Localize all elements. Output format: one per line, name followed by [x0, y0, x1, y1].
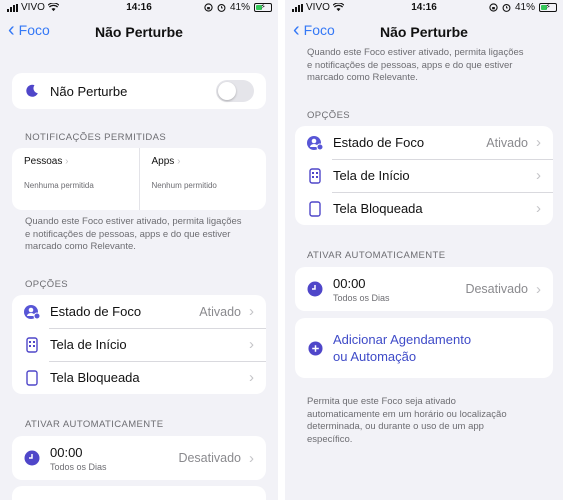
alarm-icon — [502, 3, 511, 12]
add-schedule-card-partial[interactable] — [12, 486, 266, 500]
option-label: Tela Bloqueada — [50, 370, 140, 385]
options-header: OPÇÕES — [307, 110, 351, 121]
option-label: Tela de Início — [333, 168, 410, 183]
battery-icon: ⚡ — [254, 2, 272, 12]
schedule-card: 00:00 Todos os Dias Desativado › — [12, 436, 266, 480]
home-screen-icon — [305, 167, 325, 184]
battery-percent: 41% — [229, 2, 250, 13]
add-schedule-button[interactable]: Adicionar Agendamento ou Automação — [295, 318, 553, 378]
schedule-time: 00:00 — [333, 275, 366, 291]
allowed-notifications-card: Pessoas › Nenhuma permitida Apps › Nenhu… — [12, 148, 266, 210]
schedule-days: Todos os Dias — [50, 461, 107, 472]
chevron-right-icon: › — [536, 134, 541, 151]
dnd-toggle-card: Não Perturbe — [12, 73, 266, 109]
alarm-icon — [217, 3, 226, 12]
apps-label: Apps — [151, 156, 175, 167]
clock-icon — [305, 281, 325, 297]
dnd-toggle-switch[interactable] — [216, 80, 254, 102]
chevron-right-icon: › — [249, 303, 254, 320]
notifications-note: Quando este Foco estiver ativado, permit… — [25, 216, 242, 252]
rotation-lock-icon — [489, 3, 498, 12]
option-label: Tela Bloqueada — [333, 201, 423, 216]
option-lock-screen[interactable]: Tela Bloqueada › — [12, 361, 266, 394]
battery-percent: 41% — [514, 2, 535, 13]
add-schedule-label-line1: Adicionar Agendamento — [333, 332, 472, 347]
option-label: Tela de Início — [50, 337, 127, 352]
options-header: OPÇÕES — [25, 279, 69, 290]
apps-cell[interactable]: Apps › Nenhum permitido — [138, 148, 267, 210]
add-schedule-card: Adicionar Agendamento ou Automação — [295, 318, 553, 378]
chevron-right-icon: › — [536, 200, 541, 217]
auto-activate-note: Permita que este Foco seja ativado autom… — [307, 396, 507, 445]
status-bar: VIVO 14:16 41% ⚡ — [285, 0, 563, 16]
schedule-value: Desativado — [465, 282, 528, 296]
option-focus-status[interactable]: Estado de Foco Ativado › — [295, 126, 553, 159]
focus-status-icon — [22, 304, 42, 320]
rotation-lock-icon — [204, 3, 213, 12]
option-label: Estado de Foco — [50, 304, 142, 319]
chevron-right-icon: › — [249, 449, 254, 467]
chevron-right-icon: › — [65, 156, 69, 167]
option-lock-screen[interactable]: Tela Bloqueada › — [295, 192, 553, 225]
people-cell[interactable]: Pessoas › Nenhuma permitida — [12, 148, 139, 210]
notifications-note: Quando este Foco estiver ativado, permit… — [307, 47, 524, 83]
chevron-right-icon: › — [249, 336, 254, 353]
focus-status-icon — [305, 135, 325, 151]
schedule-card: 00:00 Todos os Dias Desativado › — [295, 267, 553, 311]
chevron-right-icon: › — [249, 369, 254, 386]
option-home-screen[interactable]: Tela de Início › — [12, 328, 266, 361]
option-value: Ativado — [199, 304, 241, 319]
auto-activate-header: ATIVAR AUTOMATICAMENTE — [25, 419, 164, 430]
options-card: Estado de Foco Ativado › Tela de Início … — [295, 126, 553, 225]
option-value: Ativado — [486, 135, 528, 150]
option-home-screen[interactable]: Tela de Início › — [295, 159, 553, 192]
dnd-toggle-row: Não Perturbe — [12, 73, 266, 109]
moon-icon — [22, 84, 42, 98]
chevron-right-icon: › — [536, 280, 541, 298]
plus-circle-icon — [305, 340, 325, 356]
schedule-row[interactable]: 00:00 Todos os Dias Desativado › — [295, 267, 553, 311]
auto-activate-header: ATIVAR AUTOMATICAMENTE — [307, 250, 446, 261]
left-screen: VIVO 14:16 41% ⚡ ‹ Foco Não Perturbe Não… — [0, 0, 278, 500]
navigation-bar: ‹ Foco Não Perturbe — [285, 20, 563, 44]
page-title: Não Perturbe — [380, 24, 468, 40]
options-card: Estado de Foco Ativado › Tela de Início … — [12, 295, 266, 394]
lock-screen-icon — [305, 200, 325, 217]
battery-icon: ⚡ — [539, 2, 557, 12]
people-sub: Nenhuma permitida — [24, 181, 94, 190]
navigation-bar: ‹ Foco Não Perturbe — [0, 20, 278, 44]
chevron-right-icon: › — [177, 156, 181, 167]
dnd-toggle-label: Não Perturbe — [50, 83, 128, 99]
apps-sub: Nenhum permitido — [151, 181, 217, 190]
option-label: Estado de Foco — [333, 135, 425, 150]
status-bar: VIVO 14:16 41% ⚡ — [0, 0, 278, 16]
lock-screen-icon — [22, 369, 42, 386]
add-schedule-label-line2: ou Automação — [333, 349, 417, 364]
page-title: Não Perturbe — [95, 24, 183, 40]
people-label: Pessoas — [24, 156, 63, 167]
schedule-days: Todos os Dias — [333, 292, 390, 303]
right-screen: VIVO 14:16 41% ⚡ ‹ Foco Não Perturbe Qua… — [285, 0, 563, 500]
allowed-notifications-header: NOTIFICAÇÕES PERMITIDAS — [25, 132, 167, 143]
schedule-value: Desativado — [178, 451, 241, 465]
option-focus-status[interactable]: Estado de Foco Ativado › — [12, 295, 266, 328]
schedule-row[interactable]: 00:00 Todos os Dias Desativado › — [12, 436, 266, 480]
clock-icon — [22, 450, 42, 466]
chevron-right-icon: › — [536, 167, 541, 184]
schedule-time: 00:00 — [50, 444, 83, 460]
home-screen-icon — [22, 336, 42, 353]
